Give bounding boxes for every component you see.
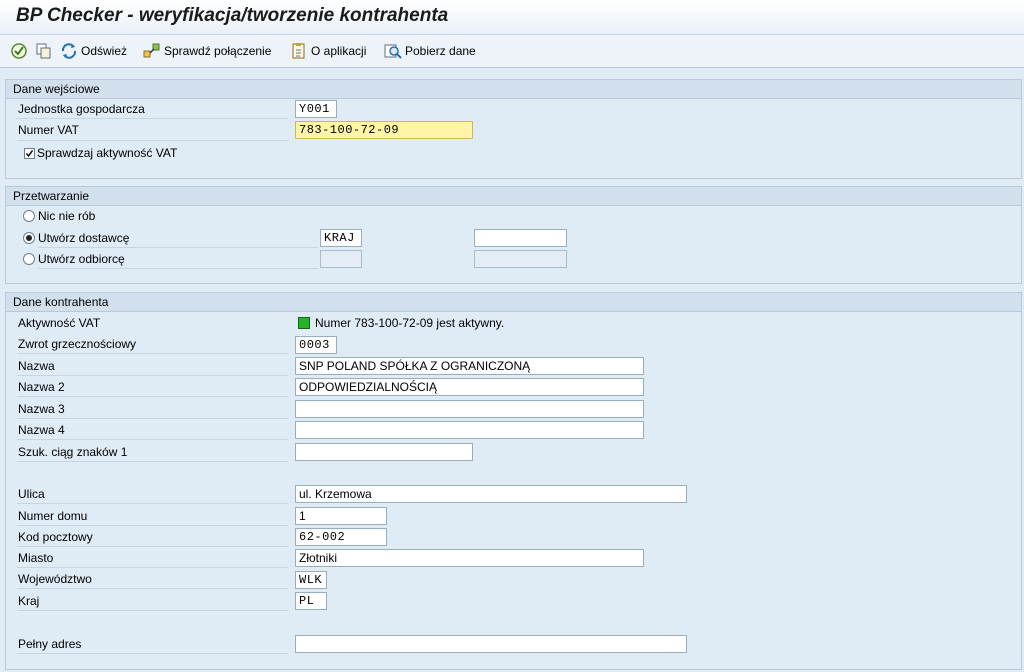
- search-term-field[interactable]: [295, 443, 473, 461]
- radio-create-customer[interactable]: [23, 253, 35, 265]
- full-address-label: Pełny adres: [18, 637, 82, 651]
- customer-group-field: [320, 250, 362, 268]
- supplier-group-field[interactable]: KRAJ: [320, 229, 362, 247]
- name-field[interactable]: SNP POLAND SPÓŁKA Z OGRANICZONĄ: [295, 357, 644, 375]
- refresh-icon: [61, 43, 77, 59]
- search-data-icon: [384, 44, 402, 59]
- company-code-field[interactable]: Y001: [295, 100, 337, 118]
- info-document-icon: [292, 43, 305, 59]
- refresh-label: Odśwież: [81, 44, 128, 58]
- window-title: BP Checker - weryfikacja/tworzenie kontr…: [16, 5, 449, 26]
- row-divider: [38, 268, 318, 269]
- check-connection-label: Sprawdź połączenie: [164, 44, 272, 58]
- radio-create-supplier[interactable]: [23, 232, 35, 244]
- processing-group-title: Przetwarzanie: [6, 187, 1021, 206]
- copy-icon: [36, 43, 51, 59]
- region-label: Województwo: [18, 572, 92, 586]
- name2-field[interactable]: ODPOWIEDZIALNOŚCIĄ: [295, 378, 644, 396]
- row-divider: [17, 418, 288, 419]
- salutation-field[interactable]: 0003: [295, 336, 337, 354]
- full-address-field[interactable]: [295, 635, 687, 653]
- name-label: Nazwa: [18, 359, 55, 373]
- input-data-group: Dane wejściowe: [5, 79, 1022, 179]
- city-label: Miasto: [18, 551, 54, 565]
- row-divider: [17, 567, 288, 568]
- vat-activity-label: Aktywność VAT: [18, 316, 101, 330]
- search-term-label: Szuk. ciąg znaków 1: [18, 445, 128, 459]
- radio-create-customer-label: Utwórz odbiorcę: [38, 252, 125, 266]
- postal-code-label: Kod pocztowy: [18, 530, 93, 544]
- radio-do-nothing-label: Nic nie rób: [38, 209, 96, 223]
- title-bar: BP Checker - weryfikacja/tworzenie kontr…: [0, 0, 1024, 35]
- row-divider: [17, 610, 288, 611]
- check-connection-button[interactable]: Sprawdź połączenie: [143, 41, 271, 61]
- row-divider: [17, 461, 288, 462]
- copy-button[interactable]: [35, 41, 53, 61]
- street-field[interactable]: ul. Krzemowa: [295, 485, 687, 503]
- vat-number-field[interactable]: 783-100-72-09: [295, 121, 473, 139]
- city-field[interactable]: Złotniki: [295, 549, 644, 567]
- input-data-group-title: Dane wejściowe: [6, 80, 1021, 99]
- supplier-extra-field[interactable]: [474, 229, 567, 247]
- execute-button[interactable]: [10, 41, 28, 61]
- execute-icon: [11, 43, 27, 59]
- row-divider: [17, 375, 288, 376]
- connection-icon: [143, 43, 160, 58]
- row-divider: [38, 247, 318, 248]
- name3-label: Nazwa 3: [18, 402, 65, 416]
- about-label: O aplikacji: [311, 44, 367, 58]
- check-vat-label: Sprawdzaj aktywność VAT: [37, 146, 178, 160]
- row-divider: [17, 439, 288, 440]
- fetch-data-label: Pobierz dane: [405, 44, 476, 58]
- country-field[interactable]: PL: [295, 592, 327, 610]
- checkmark-icon: [25, 150, 34, 158]
- name4-field[interactable]: [295, 421, 644, 439]
- country-label: Kraj: [18, 594, 40, 608]
- partner-data-group: Dane kontrahenta: [5, 292, 1022, 670]
- radio-do-nothing[interactable]: [23, 210, 35, 222]
- house-number-field[interactable]: 1: [295, 507, 387, 525]
- company-code-label: Jednostka gospodarcza: [18, 102, 145, 116]
- salutation-label: Zwrot grzecznościowy: [18, 337, 137, 351]
- row-divider: [17, 546, 288, 547]
- vat-number-label: Numer VAT: [18, 123, 79, 137]
- postal-code-field[interactable]: 62-002: [295, 528, 387, 546]
- application-toolbar: Odśwież Sprawdź połączenie O aplikacji P…: [0, 35, 1024, 68]
- street-label: Ulica: [18, 487, 45, 501]
- customer-extra-field: [474, 250, 567, 268]
- row-divider: [17, 396, 288, 397]
- house-number-label: Numer domu: [18, 509, 88, 523]
- row-divider: [17, 353, 288, 354]
- vat-activity-text: Numer 783-100-72-09 jest aktywny.: [315, 316, 505, 330]
- about-button[interactable]: O aplikacji: [290, 41, 366, 61]
- region-field[interactable]: WLK: [295, 571, 327, 589]
- refresh-button[interactable]: Odśwież: [60, 41, 127, 61]
- name2-label: Nazwa 2: [18, 380, 65, 394]
- radio-create-supplier-label: Utwórz dostawcę: [38, 231, 130, 245]
- row-divider: [17, 653, 288, 654]
- row-divider: [17, 525, 288, 526]
- name3-field[interactable]: [295, 400, 644, 418]
- row-divider: [17, 503, 288, 504]
- check-vat-checkbox[interactable]: [24, 148, 35, 159]
- status-green-icon: [298, 317, 310, 329]
- name4-label: Nazwa 4: [18, 423, 65, 437]
- fetch-data-button[interactable]: Pobierz dane: [384, 41, 476, 61]
- row-divider: [17, 118, 288, 119]
- partner-data-group-title: Dane kontrahenta: [6, 293, 1021, 312]
- row-divider: [17, 140, 288, 141]
- row-divider: [17, 588, 288, 589]
